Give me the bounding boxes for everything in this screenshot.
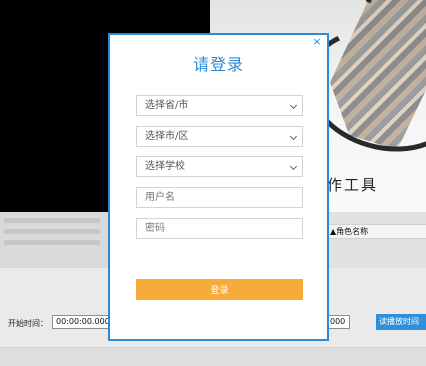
start-time-label: 开始时间： xyxy=(8,319,48,328)
left-panel xyxy=(0,212,110,268)
chevron-down-icon xyxy=(289,132,298,141)
password-input[interactable] xyxy=(136,218,303,239)
role-name-column-header[interactable]: ▲角色名称 xyxy=(328,224,426,239)
login-button[interactable]: 登录 xyxy=(136,279,303,300)
panel-row xyxy=(4,240,100,245)
right-panel xyxy=(328,212,426,268)
chevron-down-icon xyxy=(289,162,298,171)
start-time-field[interactable]: 00:00:00.000 xyxy=(52,315,110,329)
chevron-down-icon xyxy=(289,101,298,110)
school-select[interactable]: 选择学校 xyxy=(136,156,303,177)
login-dialog: × 请登录 选择省/市 选择市/区 选择学校 登录 xyxy=(108,33,329,341)
city-select[interactable]: 选择市/区 xyxy=(136,126,303,147)
city-select-label: 选择市/区 xyxy=(145,131,189,142)
read-play-time-button[interactable]: 读播放时间 xyxy=(376,314,426,330)
close-icon[interactable]: × xyxy=(311,36,323,48)
panel-row xyxy=(4,218,100,223)
province-select[interactable]: 选择省/市 xyxy=(136,95,303,116)
province-select-label: 选择省/市 xyxy=(145,100,189,111)
end-time-field[interactable]: 000 xyxy=(326,315,350,329)
dialog-title: 请登录 xyxy=(192,55,244,74)
panel-row xyxy=(4,229,100,234)
username-input[interactable] xyxy=(136,187,303,208)
school-select-label: 选择学校 xyxy=(145,161,185,172)
banner-title: 作工具 xyxy=(327,176,379,194)
status-strip xyxy=(0,347,426,366)
